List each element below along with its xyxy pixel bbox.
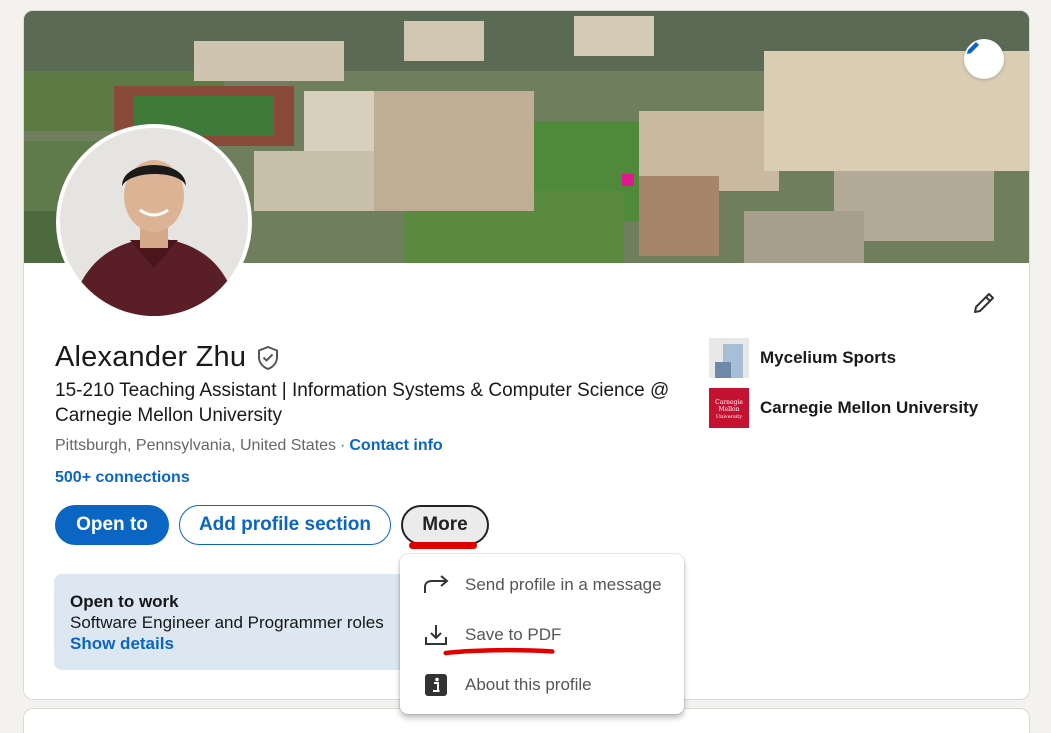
more-dropdown-menu: Send profile in a message Save to PDF Ab… — [400, 554, 684, 714]
menu-item-send-profile[interactable]: Send profile in a message — [400, 562, 684, 608]
experience-item-mycelium[interactable]: Mycelium Sports — [709, 338, 896, 378]
profile-location: Pittsburgh, Pennsylvania, United States — [55, 437, 337, 454]
red-annotation-underline — [443, 647, 555, 656]
contact-info-link[interactable]: Contact info — [349, 437, 442, 455]
menu-item-about-profile[interactable]: About this profile — [400, 662, 684, 708]
svg-text:University: University — [716, 414, 742, 420]
edit-banner-button[interactable] — [964, 39, 1004, 79]
separator: · — [340, 437, 346, 454]
name-row: Alexander Zhu — [55, 341, 280, 374]
location-row: Pittsburgh, Pennsylvania, United States … — [55, 437, 443, 455]
experience-item-cmu[interactable]: Carnegie Mellon University Carnegie Mell… — [709, 388, 978, 428]
menu-item-label: Save to PDF — [465, 625, 562, 644]
profile-name: Alexander Zhu — [55, 341, 247, 373]
download-icon — [422, 621, 450, 649]
svg-text:Carnegie: Carnegie — [715, 399, 743, 406]
menu-item-label: Send profile in a message — [465, 575, 662, 594]
show-details-link[interactable]: Show details — [70, 633, 398, 655]
pencil-icon — [967, 42, 979, 54]
profile-headline: 15-210 Teaching Assistant | Information … — [55, 380, 670, 426]
svg-text:Mellon: Mellon — [718, 406, 739, 413]
more-button[interactable]: More — [401, 505, 489, 545]
menu-item-label: About this profile — [465, 675, 592, 694]
mycelium-logo — [709, 338, 749, 378]
red-annotation-underline — [409, 542, 477, 549]
add-profile-section-button[interactable]: Add profile section — [179, 505, 391, 545]
cmu-logo: Carnegie Mellon University — [709, 388, 749, 428]
open-to-button[interactable]: Open to — [55, 505, 169, 545]
share-arrow-icon — [422, 571, 450, 599]
open-to-work-title: Open to work — [70, 592, 179, 611]
profile-photo[interactable] — [56, 124, 252, 320]
open-to-work-roles: Software Engineer and Programmer roles — [70, 613, 384, 632]
profile-photo-illustration — [60, 128, 248, 316]
experience-name: Carnegie Mellon University — [760, 398, 979, 417]
pencil-icon — [974, 293, 994, 313]
connections-link[interactable]: 500+ connections — [55, 469, 190, 487]
experience-name: Mycelium Sports — [760, 348, 897, 367]
info-icon — [422, 671, 450, 699]
verified-shield-icon[interactable] — [256, 345, 280, 371]
edit-intro-button[interactable] — [967, 286, 1001, 320]
open-to-work-card[interactable]: Open to work Software Engineer and Progr… — [54, 574, 414, 670]
